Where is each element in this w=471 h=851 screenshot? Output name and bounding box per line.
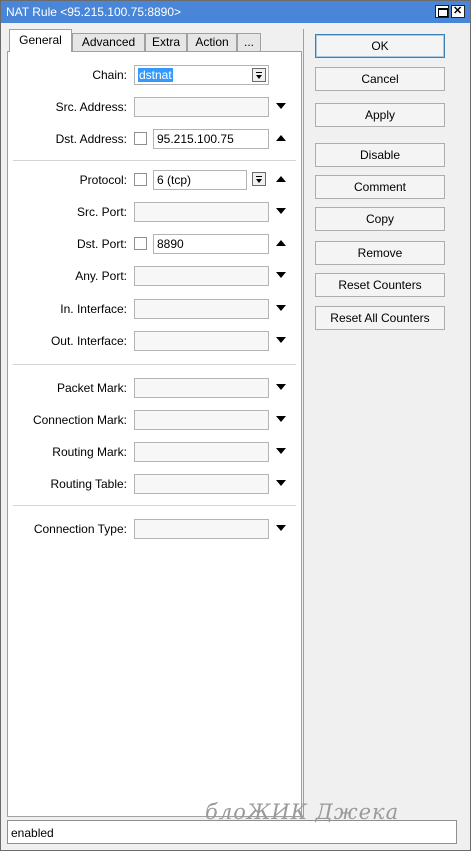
src-address-expand-icon[interactable] — [276, 103, 286, 109]
src-address-row: Src. Address: — [8, 97, 301, 117]
any-port-expand-icon[interactable] — [276, 272, 286, 278]
connection-type-field[interactable] — [134, 519, 269, 539]
chain-select[interactable]: dstnat — [134, 65, 269, 85]
window-title: NAT Rule <95.215.100.75:8890> — [6, 5, 182, 19]
src-address-label: Src. Address: — [55, 100, 127, 114]
disable-button[interactable]: Disable — [315, 143, 445, 167]
routing-table-label: Routing Table: — [50, 477, 128, 491]
protocol-collapse-icon[interactable] — [276, 176, 286, 182]
protocol-row: Protocol: 6 (tcp) — [8, 170, 301, 190]
connection-mark-field[interactable] — [134, 410, 269, 430]
dst-address-value: 95.215.100.75 — [157, 132, 234, 146]
dst-port-field[interactable]: 8890 — [153, 234, 269, 254]
general-tab-panel: Chain: dstnat Src. Address: Dst. Address… — [7, 51, 302, 817]
dst-port-row: Dst. Port: 8890 — [8, 234, 301, 254]
dst-address-row: Dst. Address: 95.215.100.75 — [8, 129, 301, 149]
out-interface-label: Out. Interface: — [50, 334, 127, 348]
packet-mark-field[interactable] — [134, 378, 269, 398]
main-panel: General Advanced Extra Action ... Chain:… — [7, 29, 302, 817]
connection-type-row: Connection Type: — [8, 519, 301, 539]
any-port-field[interactable] — [134, 266, 269, 286]
routing-mark-expand-icon[interactable] — [276, 448, 286, 454]
connection-mark-row: Connection Mark: — [8, 410, 301, 430]
reset-all-counters-button[interactable]: Reset All Counters — [315, 306, 445, 330]
protocol-value: 6 (tcp) — [157, 173, 192, 187]
src-port-expand-icon[interactable] — [276, 208, 286, 214]
chain-dropdown-icon[interactable] — [252, 68, 266, 82]
dst-address-collapse-icon[interactable] — [276, 135, 286, 141]
section-divider — [13, 364, 296, 365]
in-interface-row: In. Interface: — [8, 299, 301, 319]
protocol-dropdown-icon[interactable] — [252, 172, 266, 186]
out-interface-expand-icon[interactable] — [276, 337, 286, 343]
title-bar[interactable]: NAT Rule <95.215.100.75:8890> — [1, 1, 470, 23]
tab-extra[interactable]: Extra — [145, 33, 187, 51]
section-divider — [13, 505, 296, 506]
out-interface-field[interactable] — [134, 331, 269, 351]
dst-address-label: Dst. Address: — [55, 132, 127, 146]
routing-mark-label: Routing Mark: — [52, 445, 127, 459]
chain-label: Chain: — [92, 68, 127, 82]
in-interface-label: In. Interface: — [60, 302, 127, 316]
tab-bar: General Advanced Extra Action ... — [7, 29, 302, 52]
packet-mark-row: Packet Mark: — [8, 378, 301, 398]
src-port-row: Src. Port: — [8, 202, 301, 222]
routing-table-field[interactable] — [134, 474, 269, 494]
dst-address-negate-checkbox[interactable] — [134, 132, 147, 145]
connection-type-expand-icon[interactable] — [276, 525, 286, 531]
dst-port-label: Dst. Port: — [76, 237, 127, 251]
connection-type-label: Connection Type: — [33, 522, 127, 536]
protocol-label: Protocol: — [79, 173, 127, 187]
maximize-icon[interactable] — [435, 5, 449, 18]
connection-mark-label: Connection Mark: — [32, 413, 127, 427]
copy-button[interactable]: Copy — [315, 207, 445, 231]
src-address-field[interactable] — [134, 97, 269, 117]
out-interface-row: Out. Interface: — [8, 331, 301, 351]
routing-table-expand-icon[interactable] — [276, 480, 286, 486]
in-interface-field[interactable] — [134, 299, 269, 319]
close-icon[interactable] — [451, 4, 465, 18]
src-port-field[interactable] — [134, 202, 269, 222]
dst-port-collapse-icon[interactable] — [276, 240, 286, 246]
in-interface-expand-icon[interactable] — [276, 305, 286, 311]
section-divider — [13, 160, 296, 161]
routing-mark-field[interactable] — [134, 442, 269, 462]
dst-address-field[interactable]: 95.215.100.75 — [153, 129, 269, 149]
any-port-row: Any. Port: — [8, 266, 301, 286]
cancel-button[interactable]: Cancel — [315, 67, 445, 91]
panel-divider — [303, 29, 304, 817]
chain-value: dstnat — [138, 68, 173, 82]
status-text: enabled — [11, 826, 54, 840]
tab-general[interactable]: General — [9, 29, 72, 52]
packet-mark-expand-icon[interactable] — [276, 384, 286, 390]
watermark-text: блоЖИК Джека — [205, 800, 400, 824]
any-port-label: Any. Port: — [75, 269, 127, 283]
remove-button[interactable]: Remove — [315, 241, 445, 265]
tab-more[interactable]: ... — [237, 33, 261, 51]
routing-mark-row: Routing Mark: — [8, 442, 301, 462]
dst-port-value: 8890 — [157, 237, 184, 251]
ok-button[interactable]: OK — [315, 34, 445, 58]
routing-table-row: Routing Table: — [8, 474, 301, 494]
packet-mark-label: Packet Mark: — [56, 381, 127, 395]
reset-counters-button[interactable]: Reset Counters — [315, 273, 445, 297]
protocol-select[interactable]: 6 (tcp) — [153, 170, 247, 190]
apply-button[interactable]: Apply — [315, 103, 445, 127]
connection-mark-expand-icon[interactable] — [276, 416, 286, 422]
comment-button[interactable]: Comment — [315, 175, 445, 199]
tab-advanced[interactable]: Advanced — [72, 33, 145, 51]
dst-port-negate-checkbox[interactable] — [134, 237, 147, 250]
chain-row: Chain: dstnat — [8, 65, 301, 85]
tab-action[interactable]: Action — [187, 33, 237, 51]
protocol-negate-checkbox[interactable] — [134, 173, 147, 186]
src-port-label: Src. Port: — [76, 205, 127, 219]
